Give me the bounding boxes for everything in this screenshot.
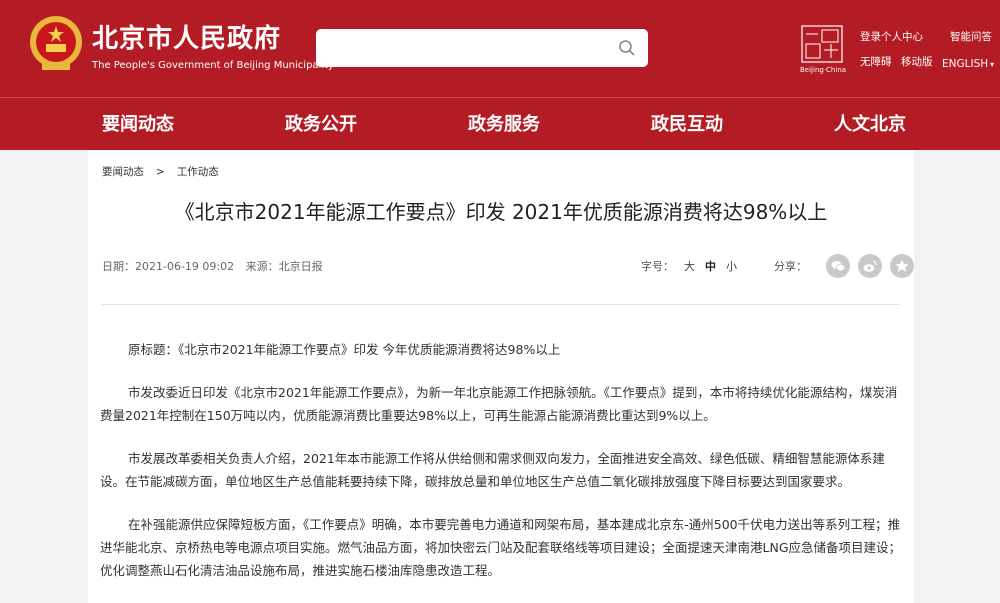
weibo-icon bbox=[863, 260, 877, 272]
article-paragraph: 在补强能源供应保障短板方面，《工作要点》明确，本市要完善电力通道和网架布局，基本… bbox=[100, 517, 902, 578]
capital-logo-text: Beijing·China bbox=[800, 66, 847, 74]
top-bar: 北京市人民政府 The People's Government of Beiji… bbox=[0, 0, 1000, 97]
wechat-icon bbox=[831, 261, 846, 272]
main-nav: 要闻动态 政务公开 政务服务 政民互动 人文北京 bbox=[0, 97, 1000, 150]
article-date: 日期：2021-06-19 09:02 bbox=[102, 260, 235, 273]
breadcrumb-item-work-news[interactable]: 工作动态 bbox=[177, 166, 219, 178]
site-header: 北京市人民政府 The People's Government of Beiji… bbox=[0, 0, 1000, 150]
mobile-version-link[interactable]: 移动版 bbox=[901, 56, 933, 68]
breadcrumb-separator: > bbox=[156, 166, 165, 178]
divider bbox=[102, 304, 900, 305]
favorite-share-button[interactable] bbox=[890, 254, 914, 278]
font-size-large-button[interactable]: 大 bbox=[684, 260, 695, 273]
star-icon bbox=[895, 259, 909, 272]
font-size-medium-button[interactable]: 中 bbox=[705, 260, 716, 273]
wechat-share-button[interactable] bbox=[826, 254, 850, 278]
article-paragraph: 市发展改革委相关负责人介绍，2021年本市能源工作将从供给侧和需求侧双向发力，全… bbox=[100, 451, 885, 489]
weibo-share-button[interactable] bbox=[858, 254, 882, 278]
font-size-label: 字号： bbox=[641, 260, 674, 273]
nav-item-humanities[interactable]: 人文北京 bbox=[834, 98, 906, 151]
article-body: 原标题：《北京市2021年能源工作要点》印发 今年优质能源消费将达98%以上 市… bbox=[100, 338, 902, 602]
nav-item-gov-services[interactable]: 政务服务 bbox=[468, 98, 540, 151]
capital-logo[interactable]: Beijing·China bbox=[800, 24, 847, 76]
language-label: ENGLISH bbox=[942, 58, 989, 70]
search-icon[interactable] bbox=[618, 39, 636, 57]
font-size-small-button[interactable]: 小 bbox=[726, 260, 737, 273]
accessibility-link[interactable]: 无障碍 bbox=[860, 56, 892, 68]
login-link[interactable]: 登录个人中心 bbox=[860, 31, 923, 43]
article-source: 来源：北京日报 bbox=[245, 260, 323, 273]
national-emblem-icon[interactable] bbox=[28, 14, 84, 74]
article-paragraph: 市发改委近日印发《北京市2021年能源工作要点》，为新一年北京能源工作把脉领航。… bbox=[100, 385, 898, 423]
site-subtitle: The People's Government of Beijing Munic… bbox=[92, 60, 334, 71]
search-input[interactable] bbox=[326, 35, 606, 61]
site-title[interactable]: 北京市人民政府 bbox=[92, 24, 281, 54]
nav-item-gov-affairs[interactable]: 政务公开 bbox=[285, 98, 357, 151]
article-paragraph: 原标题：《北京市2021年能源工作要点》印发 今年优质能源消费将达98%以上 bbox=[128, 342, 561, 357]
breadcrumb: 要闻动态 > 工作动态 bbox=[102, 166, 219, 178]
article-container: 要闻动态 > 工作动态 《北京市2021年能源工作要点》印发 2021年优质能源消费… bbox=[88, 150, 914, 603]
search-box bbox=[316, 29, 648, 67]
article-meta: 日期：2021-06-19 09:02 来源：北京日报 bbox=[102, 260, 331, 274]
share-label: 分享： bbox=[774, 260, 807, 273]
font-size-control: 字号： 大中小 bbox=[641, 260, 737, 274]
nav-item-news[interactable]: 要闻动态 bbox=[102, 98, 174, 151]
nav-item-interaction[interactable]: 政民互动 bbox=[651, 98, 723, 151]
chevron-down-icon: ▾ bbox=[990, 60, 995, 69]
article-title: 《北京市2021年能源工作要点》印发 2021年优质能源消费将达98%以上 bbox=[174, 200, 828, 224]
breadcrumb-item-news[interactable]: 要闻动态 bbox=[102, 166, 144, 178]
language-selector[interactable]: ENGLISH ▾ bbox=[942, 58, 994, 71]
smart-qa-link[interactable]: 智能问答 bbox=[950, 31, 992, 43]
